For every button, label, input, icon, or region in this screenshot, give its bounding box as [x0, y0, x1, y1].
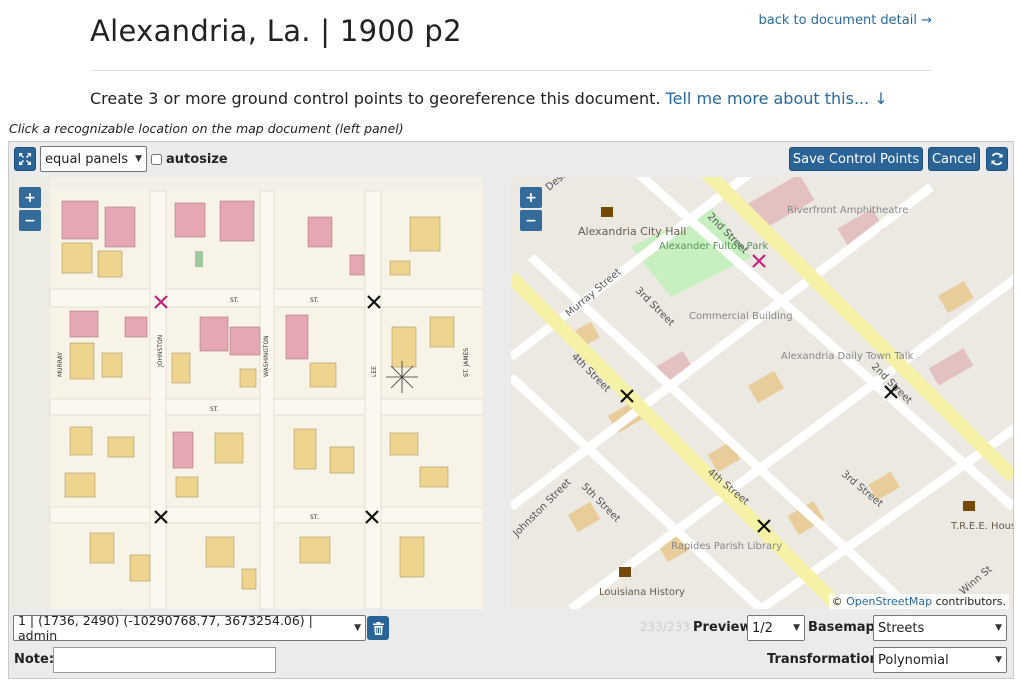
city-hall-icon	[601, 207, 613, 217]
label-commercial-building: Commercial Building	[689, 311, 793, 322]
autosize-checkbox[interactable]	[151, 154, 162, 165]
basemap-panel[interactable]: Alexandria City Hall Alexander Fulton Pa…	[511, 177, 1013, 609]
label-rapides-library: Rapides Parish Library	[671, 541, 782, 552]
save-control-points-button[interactable]: Save Control Points	[789, 147, 923, 171]
trash-icon	[372, 621, 384, 635]
preview-select[interactable]: 1/2 ▼	[747, 615, 805, 641]
map-attribution: © OpenStreetMap contributors.	[828, 594, 1009, 609]
preview-select-value: 1/2	[752, 620, 773, 636]
instructions: Create 3 or more ground control points t…	[90, 89, 888, 108]
left-zoom-in-button[interactable]: +	[19, 187, 41, 208]
tree-house-icon	[963, 501, 975, 511]
chevron-down-icon: ▼	[354, 623, 361, 633]
hint-text: Click a recognizable location on the map…	[9, 121, 404, 136]
preview-label: Preview	[693, 620, 752, 635]
label-city-hall: Alexandria City Hall	[578, 225, 686, 238]
refresh-button[interactable]	[986, 147, 1008, 171]
instructions-text: Create 3 or more ground control points t…	[90, 89, 661, 108]
expand-icon	[19, 153, 31, 165]
tell-me-more-link[interactable]: Tell me more about this... ↓	[666, 89, 888, 108]
left-street-label-2: ST.	[310, 297, 319, 304]
label-riverfront: Riverfront Amphitheatre	[787, 205, 908, 216]
left-street-label-1: ST.	[230, 297, 239, 304]
gcp-select-value: 1 | (1736, 2490) (-10290768.77, 3673254.…	[18, 613, 313, 643]
sanborn-map-image[interactable]: ST. ST. ST. ST. MURRAY JOHNSTON WASHINGT…	[10, 177, 483, 609]
transformation-select[interactable]: Polynomial ▼	[873, 647, 1007, 673]
panel-divider	[484, 177, 510, 609]
chevron-down-icon: ▼	[793, 623, 800, 633]
delete-gcp-button[interactable]	[367, 616, 389, 640]
left-street-name-lee: LEE	[371, 366, 378, 377]
label-fulton-park: Alexander Fulton Park	[659, 241, 768, 252]
refresh-icon	[991, 152, 1003, 166]
left-street-name-johnston: JOHNSTON	[157, 335, 164, 368]
left-street-name-washington: WASHINGTON	[263, 335, 270, 377]
autosize-label: autosize	[166, 152, 228, 167]
basemap-select[interactable]: Streets ▼	[873, 615, 1007, 641]
panels-select[interactable]: equal panels ▼	[40, 146, 147, 172]
cancel-button[interactable]: Cancel	[928, 147, 980, 171]
autosize-toggle[interactable]: autosize	[151, 152, 228, 167]
note-label: Note:	[14, 652, 55, 667]
label-tree-house: T.R.E.E. House	[950, 521, 1013, 532]
transformation-select-value: Polynomial	[878, 652, 949, 668]
back-to-document-link[interactable]: back to document detail →	[759, 13, 933, 28]
left-zoom-out-button[interactable]: −	[19, 210, 41, 231]
georeference-panel: equal panels ▼ autosize Save Control Poi…	[8, 141, 1014, 679]
right-zoom-in-button[interactable]: +	[520, 187, 542, 208]
label-louisiana-history: Louisiana History	[599, 587, 685, 598]
left-street-label-4: ST.	[310, 514, 319, 521]
left-street-label-3: ST.	[210, 406, 219, 413]
basemap-label: Basemap	[808, 620, 875, 635]
transformation-label: Transformation:	[767, 652, 884, 667]
panels-select-value: equal panels	[45, 151, 129, 167]
attribution-suffix: contributors.	[935, 595, 1006, 608]
left-street-name-murray: MURRAY	[57, 352, 64, 377]
right-zoom-out-button[interactable]: −	[520, 210, 542, 231]
label-daily-town-talk: Alexandria Daily Town Talk	[781, 351, 914, 362]
chevron-down-icon: ▼	[135, 154, 142, 164]
chevron-down-icon: ▼	[995, 623, 1002, 633]
fullscreen-button[interactable]	[14, 147, 36, 171]
openstreetmap-link[interactable]: OpenStreetMap	[846, 595, 932, 608]
basemap-image[interactable]: Alexandria City Hall Alexander Fulton Pa…	[511, 177, 1013, 609]
left-street-name-st-james: ST. JAMES	[463, 348, 470, 377]
divider	[90, 70, 932, 71]
note-field[interactable]	[53, 647, 276, 673]
page-title: Alexandria, La. | 1900 p2	[90, 14, 462, 48]
gcp-counter: 233/233	[640, 620, 690, 634]
museum-icon	[619, 567, 631, 577]
basemap-select-value: Streets	[878, 620, 925, 636]
document-map-panel[interactable]: ST. ST. ST. ST. MURRAY JOHNSTON WASHINGT…	[10, 177, 483, 609]
gcp-select[interactable]: 1 | (1736, 2490) (-10290768.77, 3673254.…	[13, 613, 366, 643]
chevron-down-icon: ▼	[995, 655, 1002, 665]
attribution-prefix: ©	[831, 595, 843, 608]
